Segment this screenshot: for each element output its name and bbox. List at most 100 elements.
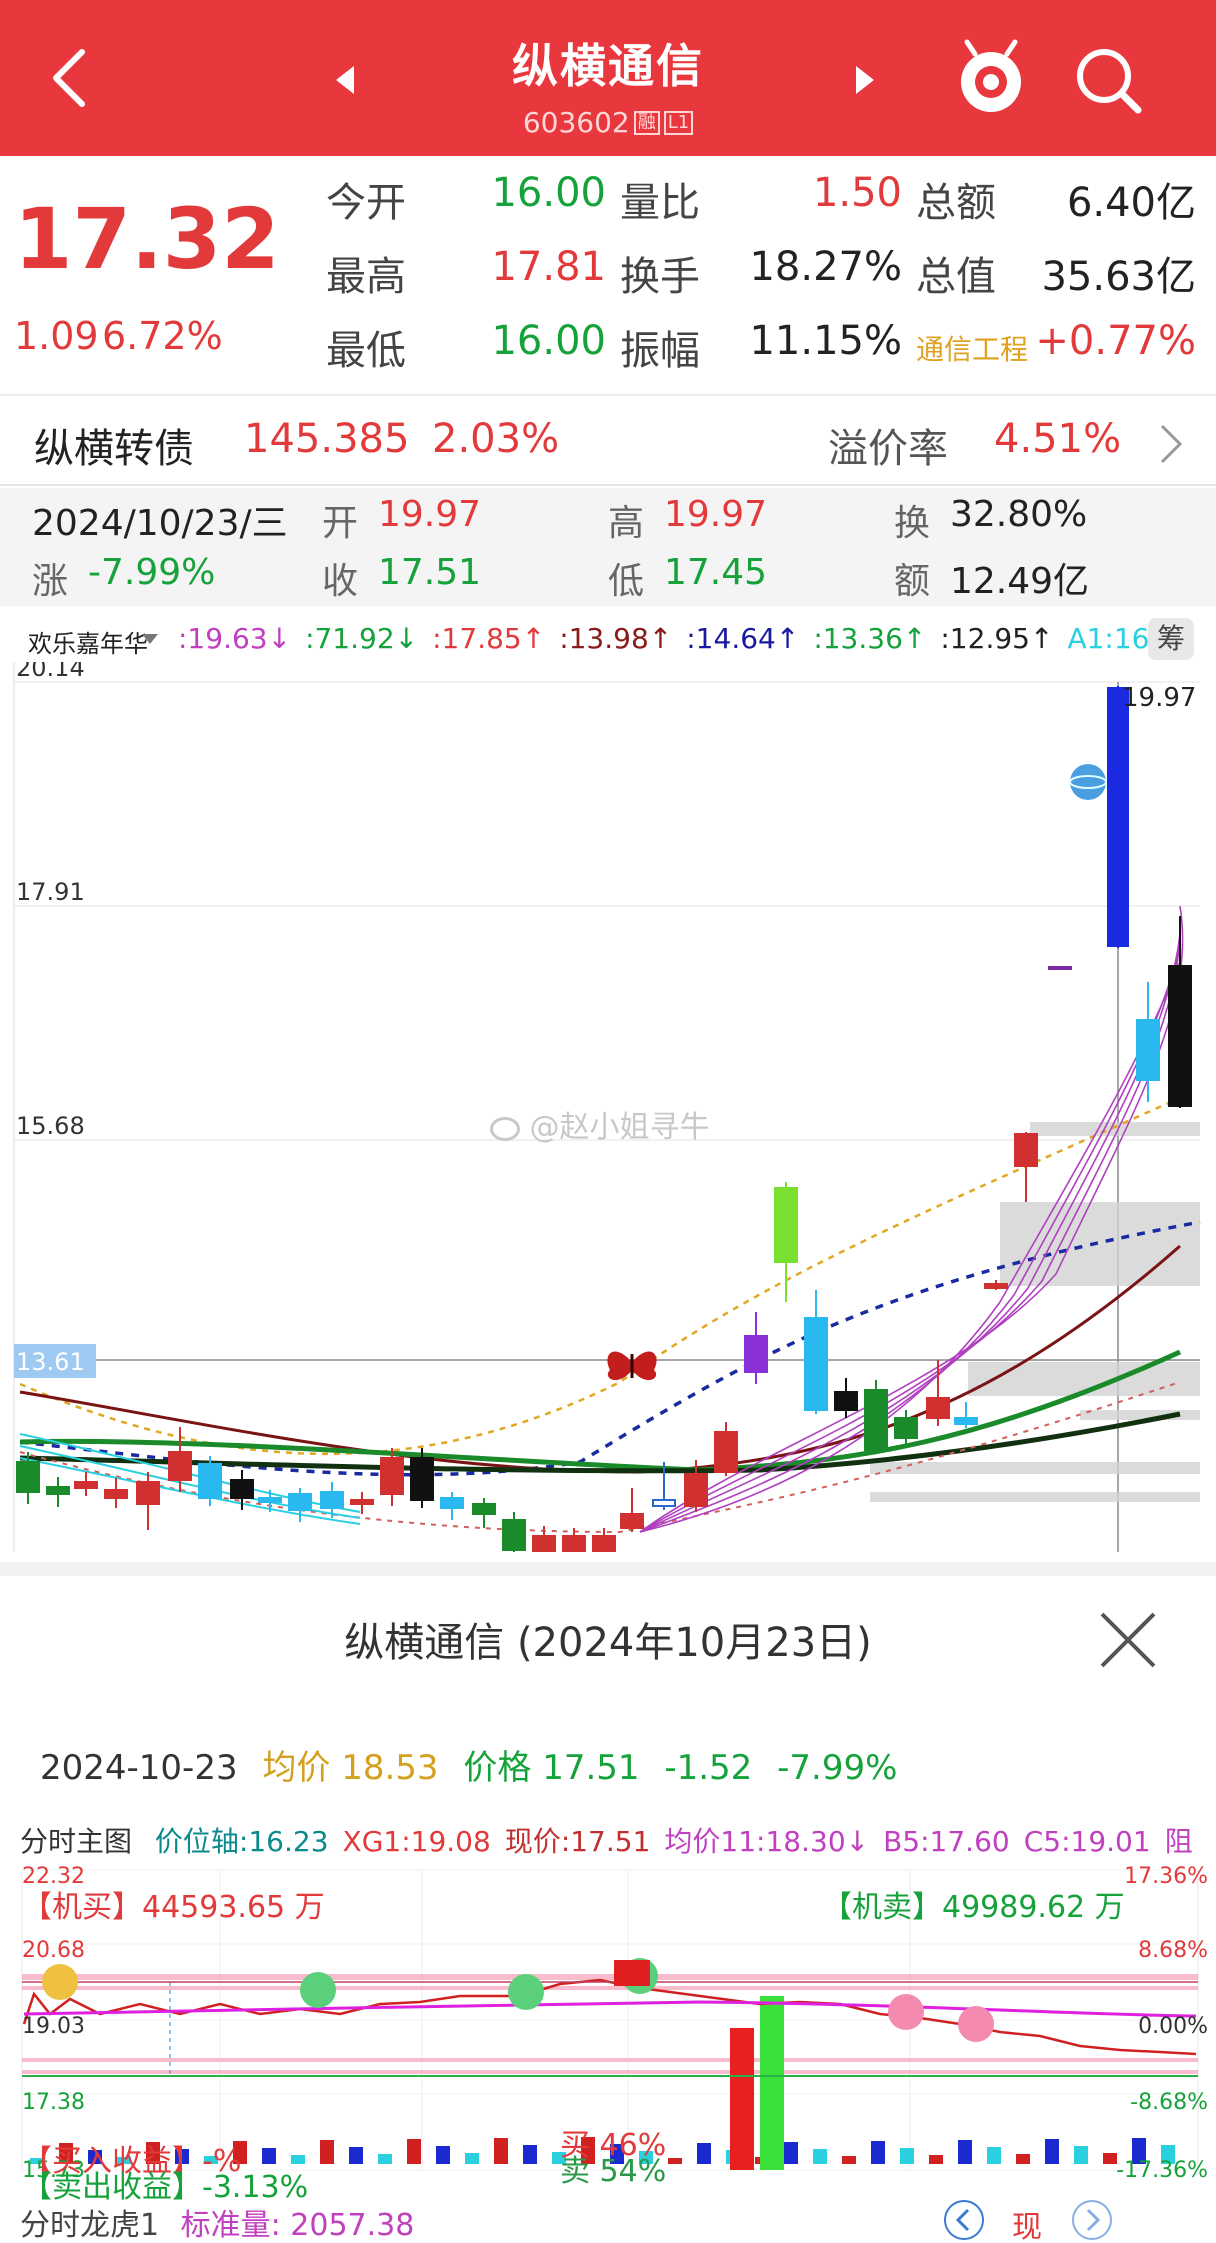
- intraday-indicator-value: 均价11:18.30↓: [664, 1825, 870, 1858]
- quote-value: 35.63亿: [1041, 254, 1196, 300]
- day-amount: 12.49亿: [950, 561, 1090, 602]
- kline-candle: [532, 1535, 556, 1553]
- intraday-volume-bar: [668, 2158, 682, 2164]
- kline-candle: [104, 1489, 128, 1499]
- footer-indicator-name[interactable]: 分时龙虎1: [20, 2208, 159, 2243]
- kline-candle: [984, 1283, 1008, 1289]
- intraday-arrow-marker: [614, 1960, 650, 1986]
- intraday-left-axis-label: 19.03: [22, 2014, 85, 2039]
- intraday-indicator-value: XG1:19.08: [342, 1825, 491, 1858]
- kline-price-label: 20.14: [16, 662, 85, 682]
- butterfly-icon: [607, 1351, 657, 1381]
- kline-candle: [502, 1519, 526, 1551]
- robot-assistant-icon[interactable]: [955, 36, 1027, 120]
- popup-avg-label: 均价: [262, 1748, 331, 1788]
- intraday-volume-bar: [987, 2147, 1001, 2164]
- intraday-volume-bar: [871, 2141, 885, 2164]
- quote-value: 1.50: [812, 170, 902, 216]
- kline-candle: [592, 1535, 616, 1555]
- convertible-bond-row[interactable]: 纵横转债 145.385 2.03% 溢价率 4.51%: [0, 398, 1216, 486]
- kline-candle: [954, 1417, 978, 1425]
- kline-candle: [834, 1391, 858, 1411]
- day-chg: -7.99%: [88, 552, 216, 593]
- std-volume-label: 标准量:: [180, 2208, 281, 2243]
- kline-candle: [774, 1187, 798, 1263]
- day-amount-label: 额: [894, 561, 931, 602]
- day-info-panel: 2024/10/23/三 开 19.97 高 19.97 换 32.80% 涨 …: [0, 488, 1216, 606]
- intraday-popup: 纵横通信 (2024年10月23日) 2024-10-23 均价 18.53 价…: [0, 1562, 1216, 2243]
- chevron-right-icon[interactable]: [1156, 420, 1186, 468]
- premium-value: 4.51%: [994, 416, 1122, 462]
- day-date: 2024/10/23/三: [32, 503, 288, 544]
- quote-value: +0.77%: [1035, 318, 1196, 364]
- intraday-volume-bar: [494, 2138, 508, 2164]
- now-volume: 现量:4099.00↑: [1012, 2210, 1042, 2243]
- premium-label: 溢价率: [828, 426, 948, 472]
- stock-code: 603602 融 L1: [0, 106, 1216, 139]
- kline-band: [870, 1462, 1200, 1474]
- kline-ma-line: [19, 1381, 1181, 1534]
- indicator-value: :12.95↑: [940, 622, 1054, 655]
- quote-value: 16.00: [491, 170, 606, 216]
- intraday-indicator-value: C5:19.01: [1023, 1825, 1151, 1858]
- intraday-big-bar: [760, 1996, 784, 2170]
- quote-label: 量比: [620, 180, 700, 226]
- intraday-indicator-value: 价位轴:16.23: [154, 1825, 329, 1858]
- kline-price-label: 17.91: [16, 878, 85, 906]
- intraday-indicator-value: 阻: [1164, 1825, 1193, 1858]
- intraday-volume-bar: [1016, 2154, 1030, 2164]
- kline-candle: [350, 1499, 374, 1505]
- indicator-value: :13.98↑: [559, 622, 673, 655]
- popup-price-label: 价格: [463, 1748, 532, 1788]
- quote-label: 最低: [326, 328, 406, 374]
- intraday-indicator-bar: 分时主图 价位轴:16.23 XG1:19.08 现价:17.51 均价11:18.3…: [20, 1820, 1216, 1860]
- intraday-marker: [300, 1972, 336, 2008]
- stock-name: 纵横通信: [512, 39, 704, 93]
- intraday-big-bar: [730, 2028, 754, 2170]
- kline-candle: [380, 1457, 404, 1495]
- indicator-value: :17.85↑: [432, 622, 546, 655]
- popup-divider: [0, 1562, 1216, 1576]
- quote-label: 通信工程: [916, 333, 1029, 366]
- intraday-left-axis-label: 17.38: [22, 2090, 85, 2115]
- day-chg-label: 涨: [32, 561, 69, 602]
- intraday-volume-bar: [320, 2140, 334, 2164]
- globe-icon: [1069, 764, 1107, 800]
- machine-sell-tag: 【机卖】49989.62 万: [822, 1890, 1125, 1925]
- intraday-right-axis-label: -17.36%: [1116, 2158, 1208, 2183]
- intraday-indicator-name[interactable]: 分时主图: [20, 1825, 132, 1858]
- popup-chg: -1.52: [664, 1748, 753, 1788]
- next-minute-button[interactable]: [1072, 2200, 1112, 2240]
- day-close-label: 收: [322, 561, 359, 602]
- intraday-marker: [958, 2006, 994, 2042]
- kline-candle: [714, 1431, 738, 1473]
- prev-minute-button[interactable]: [944, 2200, 984, 2240]
- kline-candle: [652, 1499, 676, 1507]
- quote-label: 总值: [916, 254, 996, 300]
- intraday-volume-bar: [929, 2155, 943, 2164]
- day-high: 19.97: [664, 494, 768, 535]
- intraday-volume-bar: [378, 2154, 392, 2164]
- bond-name: 纵横转债: [34, 426, 194, 472]
- intraday-volume-bar: [958, 2140, 972, 2164]
- indicator-dropdown-icon[interactable]: [142, 634, 158, 644]
- intraday-volume-bar: [349, 2147, 363, 2164]
- watermark: @赵小姐寻牛: [490, 1102, 710, 1146]
- close-icon[interactable]: [1096, 1608, 1160, 1672]
- indicator-bar: 欢乐嘉年华 :19.63↓:71.92↓:17.85↑:13.98↑:14.64…: [0, 614, 1216, 662]
- kline-candle: [562, 1535, 586, 1553]
- day-high-label: 高: [608, 503, 645, 544]
- search-icon[interactable]: [1072, 44, 1146, 118]
- chip-distribution-button[interactable]: 筹: [1148, 618, 1194, 660]
- next-stock-icon[interactable]: [850, 62, 880, 98]
- intraday-volume-bar: [784, 2142, 798, 2164]
- indicator-name[interactable]: 欢乐嘉年华: [28, 624, 148, 659]
- kline-candle: [1168, 965, 1192, 1107]
- quote-label: 换手: [620, 254, 700, 300]
- intraday-volume-bar: [697, 2143, 711, 2164]
- kline-chart[interactable]: 20.14 17.91 15.68 13.61 19.97 @赵小姐寻牛: [0, 654, 1216, 1555]
- intraday-volume-bar: [523, 2145, 537, 2164]
- day-low-label: 低: [608, 561, 645, 602]
- watermark-text: @赵小姐寻牛: [529, 1110, 710, 1145]
- intraday-right-axis-label: 8.68%: [1138, 1938, 1208, 1963]
